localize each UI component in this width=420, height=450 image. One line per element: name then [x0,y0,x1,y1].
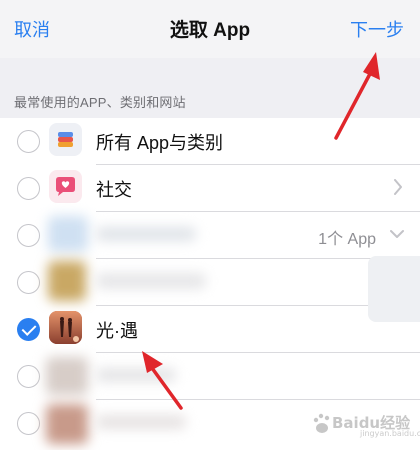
baidu-watermark: Baidu经验 jingyan.baidu.com [312,410,420,440]
chevron-right-icon [394,179,402,195]
list-item-label: 光·遇 [96,321,138,341]
blurred-app-icon [48,216,88,252]
list-item-social[interactable]: 社交 [0,165,420,212]
list-item-blurred-app[interactable] [0,259,420,306]
watermark-url: jingyan.baidu.com [360,429,420,438]
side-card [368,256,420,322]
radio-button[interactable] [17,365,40,388]
blurred-label [96,415,186,429]
paw-logo-icon [313,413,330,433]
app-count: 1个 App [318,231,376,248]
radio-button[interactable] [17,130,40,153]
list-item-label: 所有 App与类别 [96,133,224,153]
blurred-label [96,227,196,241]
list-item-label: 社交 [96,180,132,200]
blurred-label [96,368,176,382]
blurred-app-icon [46,357,88,395]
chat-bubble-heart-icon [49,170,82,203]
list-item-blurred-app[interactable] [0,353,420,400]
radio-button-checked[interactable] [17,318,40,341]
blurred-app-icon [46,404,88,444]
chevron-down-icon[interactable] [390,229,404,239]
next-button[interactable]: 下一步 [350,16,404,42]
list-item-sky-game[interactable]: 光·遇 [0,306,420,353]
radio-button[interactable] [17,177,40,200]
blurred-label [96,273,206,289]
layers-stack-icon [49,123,82,156]
list-item-all-apps[interactable]: 所有 App与类别 [0,118,420,165]
nav-bar: 取消 选取 App 下一步 [0,0,420,58]
sky-game-icon [49,311,82,344]
radio-button[interactable] [17,412,40,435]
list-item-blurred-category[interactable]: 1个 App [0,212,420,259]
section-header: 最常使用的APP、类别和网站 [14,95,186,110]
radio-button[interactable] [17,271,40,294]
app-category-list: 所有 App与类别 社交 1个 App 光·遇 [0,118,420,450]
radio-button[interactable] [17,224,40,247]
blurred-app-icon [48,261,86,301]
